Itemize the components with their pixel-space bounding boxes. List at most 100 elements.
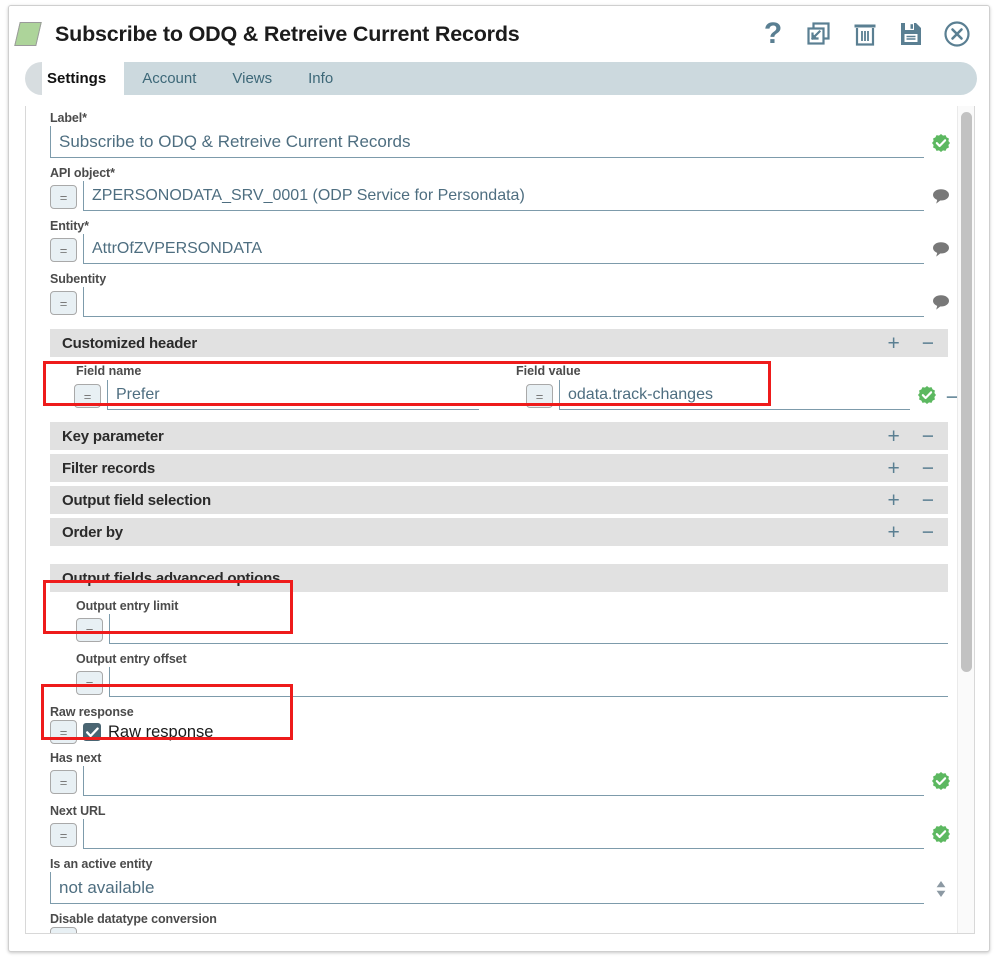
entity-label: Entity* — [50, 219, 89, 233]
header-field-name-input[interactable]: Prefer — [107, 380, 479, 410]
api-object-row: = ZPERSONODATA_SRV_0001 (ODP Service for… — [26, 181, 958, 211]
help-icon[interactable]: ? — [759, 19, 787, 49]
key-parameter-remove-button[interactable]: − — [922, 426, 934, 447]
api-object-formula-toggle[interactable]: = — [50, 185, 77, 209]
api-object-formula-glyph: = — [59, 189, 68, 205]
entity-formula-glyph: = — [59, 242, 68, 258]
section-output-field-selection[interactable]: Output field selection + − — [50, 486, 948, 514]
label-field-label: Label* — [50, 111, 87, 125]
next-url-status-badge — [924, 819, 958, 849]
is-active-entity-value: not available — [59, 877, 155, 897]
save-icon[interactable] — [897, 19, 925, 49]
section-customized-header[interactable]: Customized header + − — [50, 329, 948, 357]
has-next-input[interactable] — [83, 766, 924, 796]
tab-info[interactable]: Info — [290, 62, 351, 95]
has-next-row: = — [26, 766, 958, 796]
subentity-comment-icon[interactable] — [924, 287, 958, 317]
header-field-value-input[interactable]: odata.track-changes — [559, 380, 910, 410]
customized-header-remove-button[interactable]: − — [922, 333, 934, 354]
order-by-add-button[interactable]: + — [887, 522, 899, 543]
next-url-formula-glyph: = — [59, 827, 68, 843]
raw-response-formula-glyph: = — [59, 724, 68, 740]
header-field-value-formula-toggle[interactable]: = — [526, 384, 553, 408]
label-field-row: Subscribe to ODQ & Retreive Current Reco… — [26, 126, 958, 158]
close-icon[interactable] — [943, 19, 971, 49]
entity-comment-icon[interactable] — [924, 234, 958, 264]
order-by-remove-button[interactable]: − — [922, 522, 934, 543]
is-active-entity-spinner[interactable] — [924, 874, 958, 904]
tab-account[interactable]: Account — [124, 62, 214, 95]
form-scrollbar-thumb[interactable] — [961, 112, 972, 672]
tab-account-label: Account — [142, 70, 197, 87]
filter-records-add-button[interactable]: + — [887, 458, 899, 479]
section-output-fields-advanced-options[interactable]: Output fields advanced options — [50, 564, 948, 592]
title-bar: Subscribe to ODQ & Retreive Current Reco… — [9, 6, 989, 62]
entity-formula-toggle[interactable]: = — [50, 238, 77, 262]
subentity-input[interactable] — [83, 287, 924, 317]
has-next-label: Has next — [50, 751, 102, 765]
output-entry-limit-label: Output entry limit — [76, 599, 179, 613]
page-title: Subscribe to ODQ & Retreive Current Reco… — [55, 21, 520, 46]
label-input[interactable]: Subscribe to ODQ & Retreive Current Reco… — [50, 126, 924, 158]
restore-window-icon[interactable] — [805, 19, 833, 49]
has-next-formula-glyph: = — [59, 774, 68, 790]
raw-response-row: = Raw response — [26, 720, 958, 744]
api-object-value: ZPERSONODATA_SRV_0001 (ODP Service for P… — [92, 186, 525, 204]
subentity-row: = — [26, 287, 958, 317]
customized-header-add-button[interactable]: + — [887, 333, 899, 354]
output-field-selection-remove-button[interactable]: − — [922, 490, 934, 511]
has-next-formula-toggle[interactable]: = — [50, 770, 77, 794]
tab-settings-label: Settings — [47, 70, 107, 87]
raw-response-formula-toggle[interactable]: = — [50, 720, 77, 744]
section-order-by[interactable]: Order by + − — [50, 518, 948, 546]
subentity-formula-toggle[interactable]: = — [50, 291, 77, 315]
raw-response-checkbox[interactable] — [83, 723, 101, 741]
output-entry-limit-formula-toggle[interactable]: = — [76, 618, 103, 642]
disable-datatype-conversion-row: = — [26, 927, 958, 933]
tab-views[interactable]: Views — [214, 62, 290, 95]
raw-response-label: Raw response — [50, 705, 134, 719]
is-active-entity-label: Is an active entity — [50, 857, 153, 871]
section-key-parameter[interactable]: Key parameter + − — [50, 422, 948, 450]
header-field-value-value: odata.track-changes — [568, 385, 713, 403]
dialog-window: Subscribe to ODQ & Retreive Current Reco… — [8, 5, 990, 952]
header-row-remove-button[interactable]: − — [944, 387, 958, 408]
next-url-input[interactable] — [83, 819, 924, 849]
settings-form-panel: Label* Subscribe to ODQ & Retreive Curre… — [25, 106, 975, 934]
section-filter-records[interactable]: Filter records + − — [50, 454, 948, 482]
is-active-entity-row: not available — [26, 872, 958, 904]
form-scrollbar-track[interactable] — [957, 106, 974, 933]
next-url-label: Next URL — [50, 804, 106, 818]
raw-response-checkbox-label: Raw response — [108, 722, 214, 741]
next-url-formula-toggle[interactable]: = — [50, 823, 77, 847]
output-entry-offset-formula-toggle[interactable]: = — [76, 671, 103, 695]
disable-datatype-conversion-formula-toggle[interactable]: = — [50, 927, 77, 933]
parallelogram-icon — [14, 21, 43, 47]
output-entry-limit-input[interactable] — [109, 614, 948, 644]
tab-bar: Settings Account Views Info — [25, 62, 977, 95]
output-entry-offset-input[interactable] — [109, 667, 948, 697]
delete-icon[interactable] — [851, 19, 879, 49]
output-field-selection-add-button[interactable]: + — [887, 490, 899, 511]
section-advanced-title: Output fields advanced options — [62, 569, 281, 587]
output-entry-offset-row: = — [26, 667, 958, 697]
section-output-field-selection-title: Output field selection — [62, 491, 211, 509]
output-entry-offset-label: Output entry offset — [76, 652, 187, 666]
header-row-status-badge — [910, 380, 944, 410]
section-filter-records-title: Filter records — [62, 459, 156, 477]
api-object-input[interactable]: ZPERSONODATA_SRV_0001 (ODP Service for P… — [83, 181, 924, 211]
api-object-label: API object* — [50, 166, 115, 180]
title-bar-actions: ? — [759, 19, 979, 49]
header-field-name-formula-toggle[interactable]: = — [74, 384, 101, 408]
api-object-comment-icon[interactable] — [924, 181, 958, 211]
output-entry-offset-formula-glyph: = — [85, 675, 94, 691]
entity-input[interactable]: AttrOfZVPERSONDATA — [83, 234, 924, 264]
filter-records-remove-button[interactable]: − — [922, 458, 934, 479]
disable-datatype-conversion-label: Disable datatype conversion — [50, 912, 217, 926]
is-active-entity-input[interactable]: not available — [50, 872, 924, 904]
key-parameter-add-button[interactable]: + — [887, 426, 899, 447]
section-key-parameter-title: Key parameter — [62, 427, 164, 445]
tab-info-label: Info — [308, 70, 334, 87]
header-field-name-value: Prefer — [116, 385, 160, 403]
subentity-label: Subentity — [50, 272, 107, 286]
